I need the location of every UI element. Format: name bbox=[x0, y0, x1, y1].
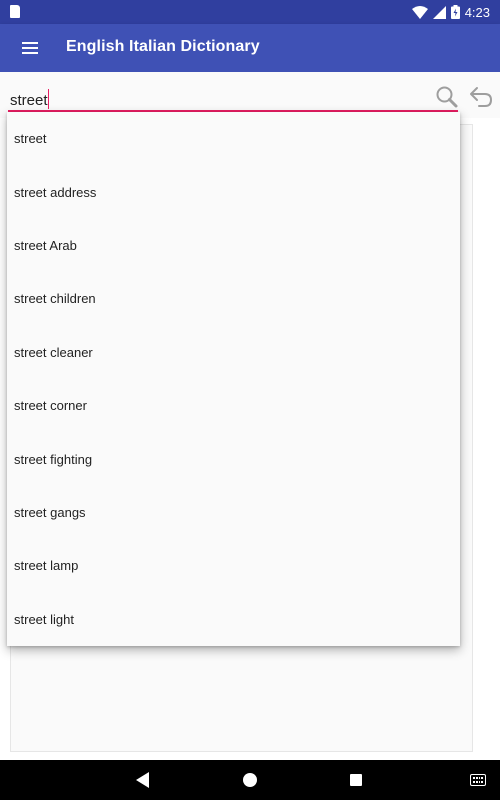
undo-icon[interactable] bbox=[468, 84, 494, 110]
status-icons: 4:23 bbox=[411, 0, 490, 24]
suggestion-item[interactable]: street gangs bbox=[7, 486, 460, 539]
search-input[interactable] bbox=[10, 88, 456, 112]
suggestion-item[interactable]: street lamp bbox=[7, 539, 460, 592]
status-time: 4:23 bbox=[464, 4, 490, 20]
keyboard-icon[interactable] bbox=[470, 774, 486, 786]
suggestion-item[interactable]: street cleaner bbox=[7, 326, 460, 379]
text-caret bbox=[48, 89, 49, 109]
signal-icon bbox=[432, 5, 446, 19]
sd-card-icon bbox=[10, 5, 20, 18]
wifi-icon bbox=[411, 5, 428, 19]
app-bar: English Italian Dictionary bbox=[0, 24, 500, 72]
suggestion-item[interactable]: street corner bbox=[7, 379, 460, 432]
suggestion-item[interactable]: street Arab bbox=[7, 219, 460, 272]
suggestion-dropdown: street street address street Arab street… bbox=[7, 112, 460, 646]
main-content: street street address street Arab street… bbox=[0, 72, 500, 760]
search-icon[interactable] bbox=[434, 84, 460, 110]
home-circle-icon[interactable] bbox=[243, 773, 257, 787]
menu-icon[interactable] bbox=[10, 30, 50, 66]
status-bar: 4:23 bbox=[0, 0, 500, 24]
suggestion-item[interactable]: street light bbox=[7, 593, 460, 646]
battery-charging-icon bbox=[450, 5, 460, 19]
suggestion-item[interactable]: street fighting bbox=[7, 432, 460, 485]
app-title: English Italian Dictionary bbox=[66, 38, 260, 55]
navigation-bar bbox=[0, 760, 500, 800]
suggestion-item[interactable]: street children bbox=[7, 272, 460, 325]
suggestion-item[interactable]: street bbox=[7, 112, 460, 165]
suggestion-item[interactable]: street address bbox=[7, 165, 460, 218]
back-triangle-icon[interactable] bbox=[136, 772, 150, 793]
recents-square-icon[interactable] bbox=[350, 774, 362, 786]
